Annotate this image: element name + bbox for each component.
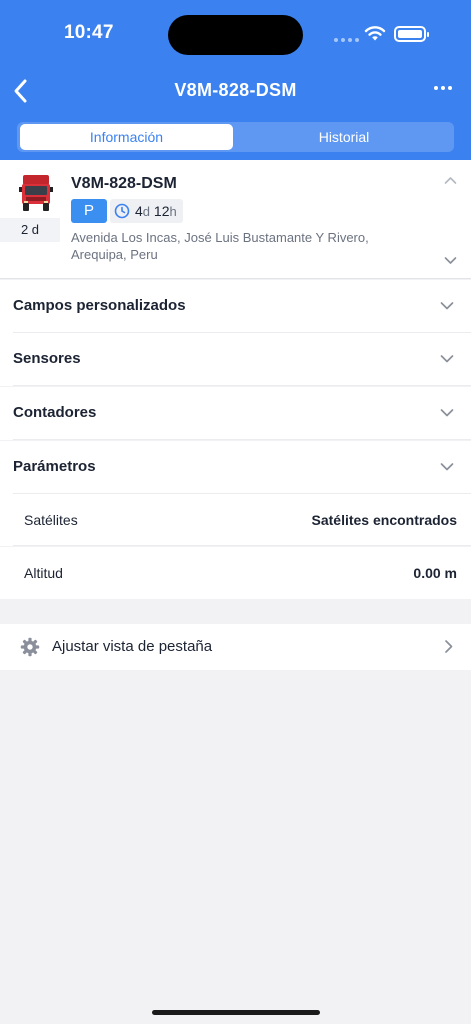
- chevron-down-icon: [440, 355, 454, 363]
- parameter-key: Satélites: [24, 512, 78, 528]
- tab-informacion[interactable]: Información: [20, 124, 233, 150]
- header: 10:47 V8M-828-DSM Información Historial: [0, 0, 471, 160]
- parameter-value: 0.00 m: [413, 565, 457, 581]
- parameter-key: Altitud: [24, 565, 63, 581]
- vehicle-age: 2 d: [0, 218, 60, 242]
- duration-hours: 12: [153, 203, 170, 219]
- section-parametros[interactable]: Parámetros: [0, 441, 471, 494]
- wifi-icon: [364, 26, 386, 41]
- duration-badge: 4d 12h: [110, 199, 183, 223]
- chevron-down-icon: [440, 409, 454, 417]
- vehicle-address: Avenida Los Incas, José Luis Bustamante …: [71, 230, 369, 262]
- section-label: Contadores: [13, 404, 97, 421]
- duration-days: 4: [135, 203, 143, 219]
- status-badge: P: [71, 199, 107, 223]
- adjust-tab-view-button[interactable]: Ajustar vista de pestaña: [0, 624, 471, 670]
- status-time: 10:47: [64, 22, 114, 43]
- chevron-right-icon: [445, 640, 453, 653]
- duration-hours-unit: h: [169, 204, 177, 219]
- chevron-down-icon: [440, 463, 454, 471]
- section-label: Campos personalizados: [13, 297, 186, 314]
- tab-historial[interactable]: Historial: [237, 124, 451, 150]
- signal-icon: [334, 38, 359, 42]
- section-label: Parámetros: [13, 458, 96, 475]
- adjust-label: Ajustar vista de pestaña: [52, 638, 213, 655]
- parameter-row-satelites: Satélites Satélites encontrados: [0, 494, 471, 546]
- parameter-row-altitud: Altitud 0.00 m: [0, 547, 471, 599]
- section-sensores[interactable]: Sensores: [0, 333, 471, 386]
- section-label: Sensores: [13, 350, 81, 367]
- gear-icon: [20, 637, 40, 657]
- divider: [13, 545, 471, 546]
- battery-icon: [394, 26, 429, 42]
- vehicle-card[interactable]: 2 d V8M-828-DSM P 4d 12h Avenida Los Inc…: [0, 160, 471, 279]
- home-indicator: [152, 1010, 320, 1015]
- segmented-control: Información Historial: [17, 122, 454, 152]
- section-campos-personalizados[interactable]: Campos personalizados: [0, 280, 471, 333]
- duration-days-unit: d: [142, 204, 151, 219]
- truck-icon: [19, 175, 53, 211]
- chevron-down-icon[interactable]: [444, 256, 457, 265]
- divider: [13, 439, 471, 440]
- chevron-down-icon: [440, 302, 454, 310]
- more-icon[interactable]: [434, 86, 452, 90]
- divider: [13, 385, 471, 386]
- chevron-up-icon[interactable]: [444, 176, 457, 185]
- page-title: V8M-828-DSM: [174, 80, 297, 100]
- dynamic-island: [168, 15, 303, 55]
- section-contadores[interactable]: Contadores: [0, 387, 471, 440]
- parameter-value: Satélites encontrados: [311, 512, 458, 528]
- vehicle-name: V8M-828-DSM: [71, 175, 177, 192]
- clock-icon: [114, 203, 130, 219]
